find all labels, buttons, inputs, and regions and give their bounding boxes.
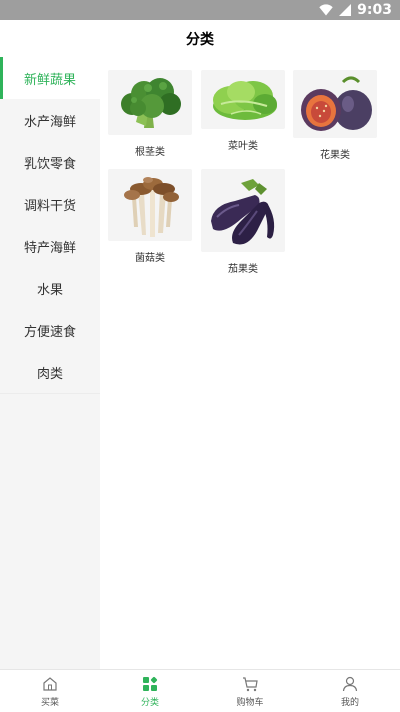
tab-cart[interactable]: 购物车 — [200, 670, 300, 712]
home-icon — [43, 676, 57, 691]
fig-image — [293, 70, 377, 138]
tab-label: 分类 — [140, 697, 159, 708]
sidebar-item-seasoning[interactable]: 调料干货 — [0, 183, 100, 225]
category-grid: 根茎类 菜叶类 花果类 菌菇类 茄果类 — [100, 57, 400, 669]
category-label: 菜叶类 — [228, 141, 258, 152]
lettuce-image — [201, 70, 285, 129]
signal-icon — [339, 4, 352, 16]
sidebar-item-fresh-veg[interactable]: 新鲜蔬果 — [0, 57, 100, 99]
sidebar-item-specialty-seafood[interactable]: 特产海鲜 — [0, 225, 100, 267]
sidebar-item-label: 调料干货 — [23, 198, 76, 214]
category-label: 茄果类 — [228, 264, 258, 275]
page-title: 分类 — [186, 31, 214, 48]
sidebar-item-instant-food[interactable]: 方便速食 — [0, 309, 100, 351]
bottom-tab-bar: 买菜 分类 购物车 我的 — [0, 669, 400, 712]
sidebar-item-label: 水产海鲜 — [23, 114, 76, 130]
tab-label: 我的 — [340, 697, 359, 708]
sidebar-item-fruit[interactable]: 水果 — [0, 267, 100, 309]
sidebar-item-meat[interactable]: 肉类 — [0, 351, 100, 393]
category-icon — [143, 676, 158, 691]
status-time: 9:03 — [357, 2, 392, 18]
category-root-veg[interactable]: 根茎类 — [108, 70, 192, 158]
broccoli-image — [108, 70, 192, 135]
sidebar-filler — [0, 393, 100, 669]
sidebar-item-label: 特产海鲜 — [23, 240, 76, 256]
category-eggplant[interactable]: 茄果类 — [201, 169, 285, 275]
sidebar-item-label: 方便速食 — [23, 324, 76, 340]
user-icon — [342, 676, 358, 691]
wifi-icon — [319, 4, 333, 16]
tab-label: 购物车 — [236, 697, 264, 708]
title-bar: 分类 — [0, 20, 400, 57]
sidebar-item-label: 水果 — [36, 282, 63, 298]
mushroom-image — [108, 169, 192, 241]
tab-label: 买菜 — [40, 697, 59, 708]
category-leafy-veg[interactable]: 菜叶类 — [201, 70, 285, 152]
tab-profile[interactable]: 我的 — [300, 670, 400, 712]
cart-icon — [243, 676, 258, 691]
eggplant-image — [201, 169, 285, 252]
sidebar-item-label: 肉类 — [36, 366, 63, 382]
tab-buy-groceries[interactable]: 买菜 — [0, 670, 100, 712]
sidebar-item-seafood[interactable]: 水产海鲜 — [0, 99, 100, 141]
tab-category[interactable]: 分类 — [100, 670, 200, 712]
category-flower-fruit[interactable]: 花果类 — [293, 70, 377, 161]
category-sidebar: 新鲜蔬果 水产海鲜 乳饮零食 调料干货 特产海鲜 水果 方便速食 肉类 — [0, 57, 100, 669]
sidebar-item-label: 乳饮零食 — [23, 156, 76, 172]
category-label: 花果类 — [320, 150, 350, 161]
status-icons: 9:03 — [319, 1, 392, 19]
sidebar-item-dairy-snacks[interactable]: 乳饮零食 — [0, 141, 100, 183]
category-mushroom[interactable]: 菌菇类 — [108, 169, 192, 264]
sidebar-item-label: 新鲜蔬果 — [23, 72, 76, 88]
category-label: 根茎类 — [135, 147, 165, 158]
status-bar: 9:03 — [0, 0, 400, 20]
category-label: 菌菇类 — [135, 253, 165, 264]
